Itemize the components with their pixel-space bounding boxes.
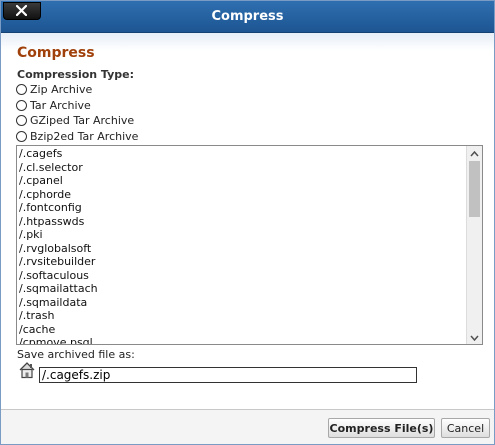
- radio-tar[interactable]: [16, 99, 27, 111]
- vertical-scrollbar[interactable]: [466, 146, 482, 344]
- list-item[interactable]: /cpmove.psql: [19, 336, 98, 344]
- list-item[interactable]: /.fontconfig: [19, 201, 98, 215]
- save-as-label: Save archived file as:: [17, 348, 135, 361]
- list-item[interactable]: /.rvglobalsoft: [19, 242, 98, 256]
- list-item[interactable]: /.cl.selector: [19, 161, 98, 175]
- scroll-down-button[interactable]: [467, 330, 482, 344]
- list-item[interactable]: /.cagefs: [19, 147, 98, 161]
- arrow-up-icon: [470, 150, 479, 157]
- radio-zip[interactable]: [16, 83, 27, 95]
- list-item[interactable]: /.pki: [19, 228, 98, 242]
- dialog-heading: Compress: [17, 45, 95, 61]
- cancel-button[interactable]: Cancel: [441, 418, 490, 438]
- dialog-body: Compress Compression Type: Zip Archive T…: [1, 33, 494, 409]
- home-icon[interactable]: [18, 361, 36, 379]
- list-item[interactable]: /.cpanel: [19, 174, 98, 188]
- list-item[interactable]: /.softaculous: [19, 269, 98, 283]
- file-list: /.cagefs /.cl.selector /.cpanel /.cphord…: [19, 147, 98, 344]
- option-zip-archive[interactable]: Zip Archive: [16, 82, 92, 96]
- list-item[interactable]: /.rvsitebuilder: [19, 255, 98, 269]
- save-filename-input[interactable]: [39, 367, 417, 383]
- list-item[interactable]: /.sqmaildata: [19, 296, 98, 310]
- option-label: Tar Archive: [30, 98, 91, 112]
- radio-bzip2[interactable]: [16, 130, 27, 142]
- file-list-box[interactable]: /.cagefs /.cl.selector /.cpanel /.cphord…: [16, 145, 483, 345]
- list-item[interactable]: /.htpasswds: [19, 215, 98, 229]
- option-label: Bzip2ed Tar Archive: [30, 129, 139, 143]
- compression-type-label: Compression Type:: [17, 68, 135, 81]
- list-item[interactable]: /.trash: [19, 309, 98, 323]
- scroll-up-button[interactable]: [467, 146, 482, 160]
- list-item[interactable]: /.cphorde: [19, 188, 98, 202]
- window-title: Compress: [211, 9, 284, 24]
- compress-dialog: Compress Compress Compression Type: Zip …: [0, 0, 495, 445]
- option-tar-archive[interactable]: Tar Archive: [16, 98, 91, 112]
- arrow-down-icon: [470, 335, 479, 342]
- option-bzip2-tar-archive[interactable]: Bzip2ed Tar Archive: [16, 129, 138, 143]
- option-label: GZiped Tar Archive: [30, 113, 135, 127]
- radio-gzip[interactable]: [16, 114, 27, 126]
- dialog-footer: Compress File(s) Cancel: [1, 409, 494, 444]
- option-gzip-tar-archive[interactable]: GZiped Tar Archive: [16, 113, 134, 127]
- list-item[interactable]: /.sqmailattach: [19, 282, 98, 296]
- option-label: Zip Archive: [30, 82, 93, 96]
- list-item[interactable]: /cache: [19, 323, 98, 337]
- scroll-thumb[interactable]: [469, 161, 480, 217]
- compress-files-button[interactable]: Compress File(s): [328, 418, 435, 438]
- title-bar: Compress: [1, 1, 494, 33]
